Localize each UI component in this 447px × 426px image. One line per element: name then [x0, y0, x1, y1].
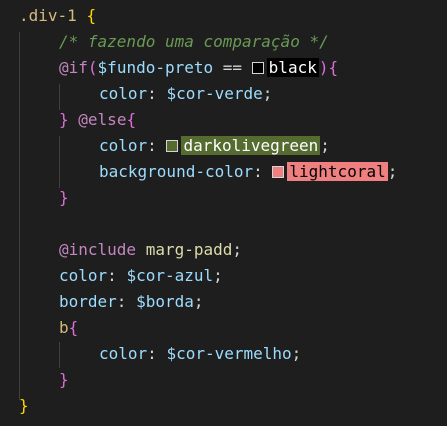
code-token: } — [59, 188, 69, 207]
indent-guide — [19, 32, 20, 400]
code-token: @include — [59, 240, 137, 259]
code-token: == — [213, 58, 252, 77]
code-token: background-color — [99, 162, 254, 181]
code-token: : — [147, 136, 167, 155]
code-token: color — [99, 136, 148, 155]
code-token: ; — [232, 240, 243, 259]
color-swatch-icon[interactable] — [272, 166, 285, 178]
code-token: { — [126, 110, 137, 129]
color-swatch-icon[interactable] — [251, 62, 264, 74]
code-token: } — [19, 396, 29, 415]
code-token: { — [328, 58, 339, 77]
color-swatch-icon[interactable] — [166, 140, 179, 152]
code-token: @else — [78, 110, 127, 129]
code-token: ; — [291, 344, 302, 363]
code-token: } — [59, 110, 69, 129]
code-line[interactable]: b{ — [59, 315, 78, 341]
code-token: color — [59, 266, 108, 285]
code-token: : — [147, 84, 167, 103]
code-token: color — [99, 344, 148, 363]
code-token: .div-1 — [19, 6, 77, 25]
indent-guide — [59, 136, 60, 188]
code-token: : — [253, 162, 273, 181]
code-token: lightcoral — [287, 162, 388, 181]
code-token: ; — [213, 266, 223, 285]
code-line[interactable]: @if($fundo-preto == black){ — [59, 55, 338, 81]
code-line[interactable]: background-color: lightcoral; — [99, 159, 397, 185]
code-line[interactable]: @include marg-padd; — [59, 237, 242, 263]
code-token: : — [147, 344, 167, 363]
code-editor[interactable]: .div-1 { /* fazendo uma comparação */ @i… — [0, 0, 447, 426]
code-line[interactable]: .div-1 { — [19, 3, 96, 29]
code-line[interactable]: color: $cor-azul; — [59, 263, 223, 289]
code-token: $cor-azul — [126, 266, 214, 285]
code-line[interactable]: } @else{ — [59, 107, 136, 133]
code-line[interactable]: color: $cor-vermelho; — [99, 341, 301, 367]
code-token: $fundo-preto — [97, 58, 214, 77]
code-token: darkolivegreen — [181, 136, 321, 155]
code-token: $cor-verde — [166, 84, 263, 103]
code-token: } — [59, 370, 69, 389]
code-line[interactable]: /* fazendo uma comparação */ — [59, 29, 329, 55]
code-token: { — [86, 6, 97, 25]
code-token: ; — [320, 136, 330, 155]
code-token: black — [266, 58, 319, 77]
code-token: ; — [387, 162, 398, 181]
code-line[interactable]: color: $cor-verde; — [99, 81, 272, 107]
code-line[interactable]: } — [59, 185, 69, 211]
code-line[interactable]: } — [19, 393, 29, 419]
code-token: : — [107, 266, 127, 285]
code-token: $borda — [136, 292, 194, 311]
code-line[interactable]: border: $borda; — [59, 289, 204, 315]
indent-guide — [59, 342, 60, 368]
code-token: marg-padd — [145, 240, 233, 259]
code-line[interactable]: color: darkolivegreen; — [99, 133, 330, 159]
code-token: b — [59, 318, 69, 337]
code-token: { — [68, 318, 79, 337]
code-token: ; — [262, 84, 273, 103]
code-token: color — [99, 84, 148, 103]
code-line[interactable]: } — [59, 367, 69, 393]
code-token: border — [59, 292, 117, 311]
code-token: @if — [59, 58, 88, 77]
code-token: $cor-vermelho — [166, 344, 292, 363]
code-token: /* fazendo uma comparação */ — [59, 32, 329, 51]
code-token: : — [116, 292, 137, 311]
code-token: ; — [193, 292, 204, 311]
code-token: ( — [87, 58, 98, 77]
